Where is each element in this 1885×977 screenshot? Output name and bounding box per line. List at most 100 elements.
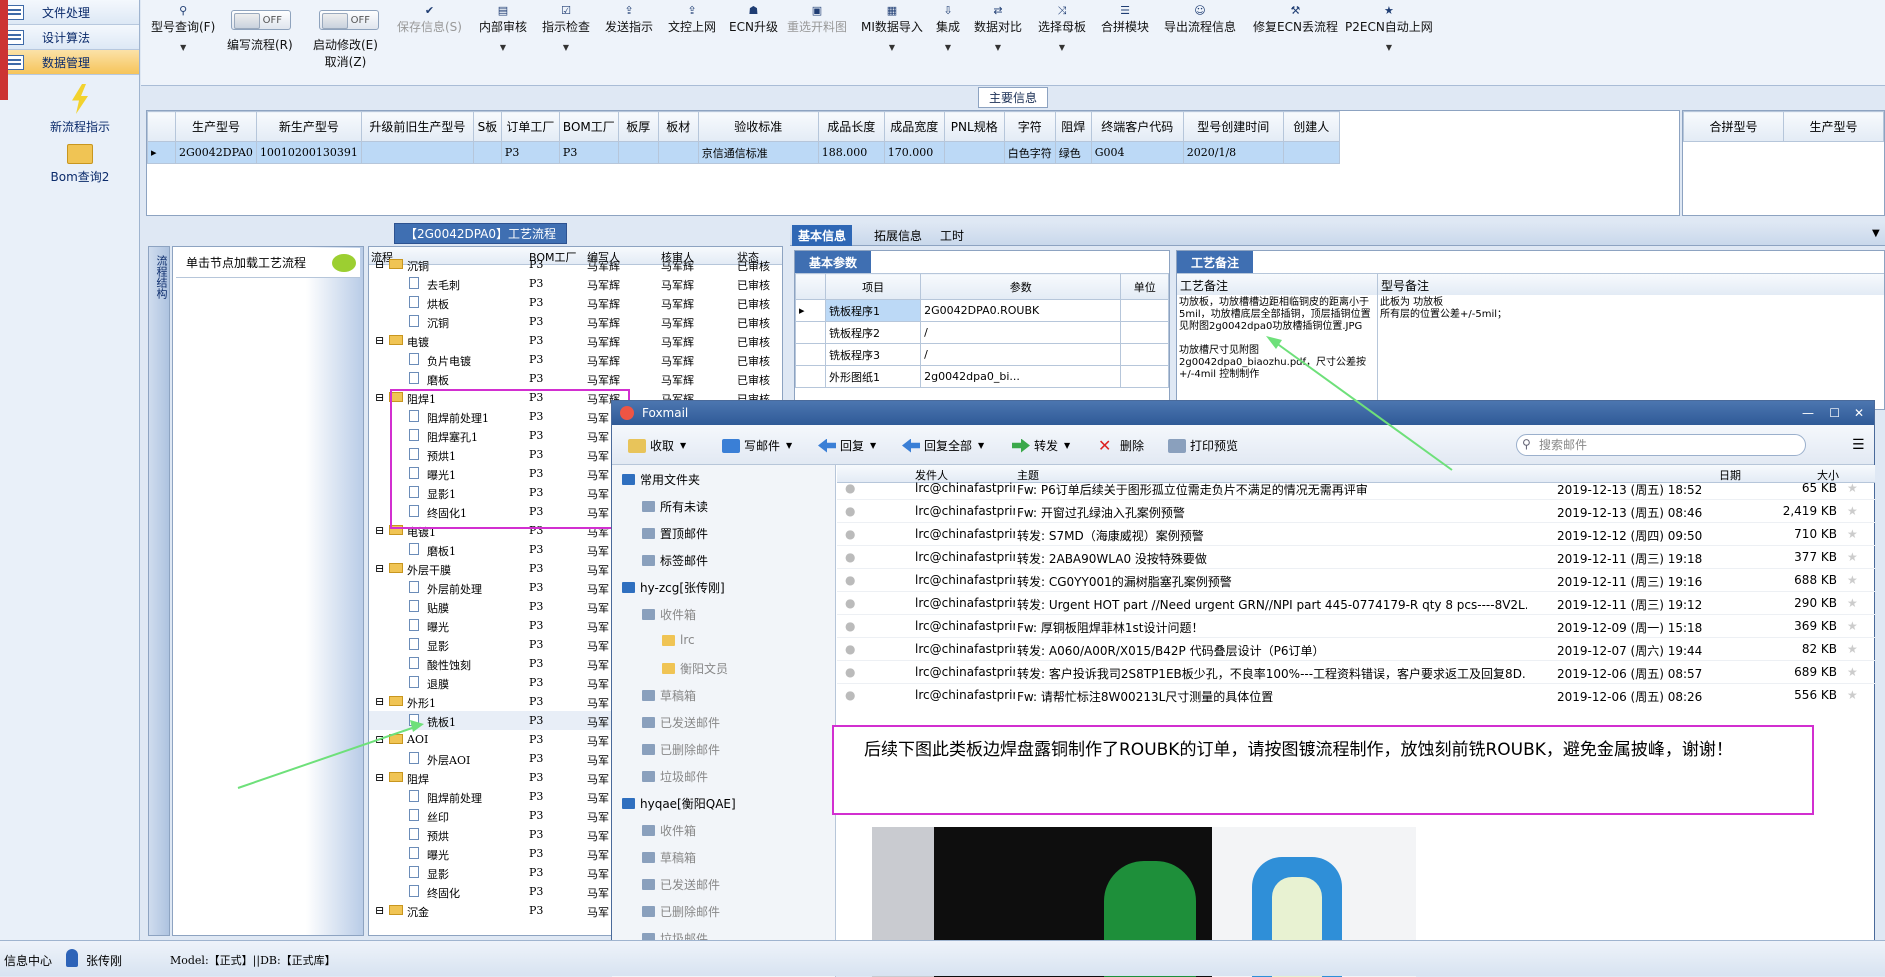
table-cell[interactable]: 10010200130391	[255, 141, 362, 164]
tree-row[interactable]: ⊟ 沉铜 P3 马军辉 马军辉 已审核	[369, 255, 782, 274]
tree-row[interactable]: 沉铜 P3 马军辉 马军辉 已审核	[369, 312, 782, 331]
collapse-icon[interactable]: ⊟	[375, 562, 384, 575]
mail-row[interactable]: ● lrc@chinafastprin...转发: CG0YY001的漏树脂塞孔案…	[837, 569, 1875, 592]
table-cell[interactable]: 白色字符	[1003, 141, 1056, 164]
mail-row[interactable]: ● lrc@chinafastprin...Fw: P6订单后续关于图形孤立位需走…	[837, 477, 1875, 500]
star-icon[interactable]: ★	[1847, 665, 1858, 679]
star-icon[interactable]: ★	[1847, 596, 1858, 610]
minimize-icon[interactable]: —	[1802, 401, 1814, 425]
read-status-icon[interactable]: ●	[845, 688, 855, 702]
print-preview-button[interactable]: 打印预览	[1168, 437, 1238, 454]
table-cell[interactable]: G004	[1090, 141, 1184, 164]
nav-item-file[interactable]: 文件处理	[0, 0, 139, 25]
integrate-button[interactable]: ⇩ 集成 ▼	[936, 4, 960, 52]
merge-col-header[interactable]: 合拼型号	[1683, 111, 1784, 142]
folder-item[interactable]: 收件箱	[642, 606, 696, 623]
chat-bubble-icon[interactable]	[332, 254, 356, 272]
bom-query-button[interactable]: Bom查询2	[20, 144, 140, 185]
craft-note-text[interactable]: 功放板，功放槽槽边距相临铜皮的距离小于5mil，功放槽底层全部插铜，顶层插铜位置…	[1177, 295, 1377, 405]
side-tab[interactable]: 流程结构	[148, 246, 170, 936]
column-header[interactable]: 阻焊	[1054, 111, 1092, 142]
start-modify-toggle[interactable]: OFF	[319, 10, 379, 30]
param-cell[interactable]: 外形图纸1	[824, 365, 922, 388]
column-header[interactable]: 成品宽度	[883, 111, 945, 142]
column-header[interactable]: 验收标准	[697, 111, 819, 142]
folder-item[interactable]: 衡阳文员	[662, 660, 728, 677]
doc-upload-button[interactable]: ⇪ 文控上网	[668, 4, 716, 35]
save-info-button[interactable]: ✔ 保存信息(S)	[397, 4, 462, 35]
table-row[interactable]: ▸ 2G0042DPA0 10010200130391 P3 P3 京信通信标准 188.0…	[147, 141, 1340, 164]
collapse-icon[interactable]: ⊟	[375, 391, 384, 404]
read-status-icon[interactable]: ●	[845, 550, 855, 564]
mail-row[interactable]: ● lrc@chinafastprin...Fw: 请帮忙标注8W00213L尺寸…	[837, 684, 1875, 705]
collapse-icon[interactable]: ⊟	[375, 258, 384, 271]
param-col-header[interactable]: 参数	[920, 273, 1122, 300]
folder-item[interactable]: 标签邮件	[642, 552, 708, 569]
param-cell[interactable]: /	[920, 343, 1122, 366]
read-status-icon[interactable]: ●	[845, 527, 855, 541]
folder-item[interactable]: 草稿箱	[642, 849, 696, 866]
panel-dropdown-icon[interactable]: ▼	[1872, 228, 1880, 239]
param-cell[interactable]: 2g0042dpa0_bi...	[920, 365, 1122, 388]
table-cell[interactable]: P3	[558, 141, 619, 164]
table-cell[interactable]: 188.000	[817, 141, 885, 164]
param-cell[interactable]: 2G0042DPA0.ROUBK	[920, 299, 1122, 322]
column-header[interactable]: 字符	[1003, 111, 1056, 142]
mail-row[interactable]: ● lrc@chinafastprin...转发: A060/A00R/X015/…	[837, 638, 1875, 661]
star-icon[interactable]: ★	[1847, 550, 1858, 564]
table-cell[interactable]	[943, 141, 1005, 164]
collapse-icon[interactable]: ⊟	[375, 334, 384, 347]
tree-row[interactable]: ⊟ 电镀 P3 马军辉 马军辉 已审核	[369, 331, 782, 350]
tree-row[interactable]: 磨板 P3 马军辉 马军辉 已审核	[369, 369, 782, 388]
tree-row[interactable]: 负片电镀 P3 马军辉 马军辉 已审核	[369, 350, 782, 369]
param-cell[interactable]: 铣板程序1	[824, 299, 922, 322]
folder-item[interactable]: 已删除邮件	[642, 903, 720, 920]
folder-item[interactable]: 已删除邮件	[642, 741, 720, 758]
folder-item[interactable]: 草稿箱	[642, 687, 696, 704]
cancel-button[interactable]: 取消(Z)	[313, 53, 378, 70]
menu-icon[interactable]: ☰	[1852, 437, 1865, 453]
search-input[interactable]: 搜索邮件	[1516, 434, 1806, 456]
maximize-icon[interactable]: ☐	[1829, 401, 1840, 425]
collapse-icon[interactable]: ⊟	[375, 524, 384, 537]
column-header[interactable]: 成品长度	[817, 111, 885, 142]
param-cell[interactable]: 铣板程序3	[824, 343, 922, 366]
p2ecn-button[interactable]: ★ P2ECN自动上网 ▼	[1345, 4, 1433, 52]
reply-all-button[interactable]: 回复全部 ▼	[902, 437, 984, 454]
read-status-icon[interactable]: ●	[845, 642, 855, 656]
internal-review-button[interactable]: ▤ 内部审核 ▼	[479, 4, 527, 52]
delete-button[interactable]: ✕ 删除	[1098, 437, 1144, 454]
column-header[interactable]: 订单工厂	[500, 111, 560, 142]
tree-row[interactable]: 烘板 P3 马军辉 马军辉 已审核	[369, 293, 782, 312]
folder-item[interactable]: 收件箱	[642, 822, 696, 839]
star-icon[interactable]: ★	[1847, 573, 1858, 587]
star-icon[interactable]: ★	[1847, 504, 1858, 518]
collapse-icon[interactable]: ⊟	[375, 733, 384, 746]
folder-item[interactable]: 垃圾邮件	[642, 768, 708, 785]
collapse-icon[interactable]: ⊟	[375, 904, 384, 917]
mail-row[interactable]: ● lrc@chinafastprin...转发: Urgent HOT part…	[837, 592, 1875, 615]
column-header[interactable]: PNL规格	[943, 111, 1005, 142]
param-col-header[interactable]: 单位	[1120, 273, 1169, 300]
param-cell[interactable]: 铣板程序2	[824, 321, 922, 344]
folder-item[interactable]: 置顶邮件	[642, 525, 708, 542]
compose-button[interactable]: 写邮件 ▼	[722, 437, 792, 454]
merge-module-button[interactable]: ☰ 合拼模块	[1101, 4, 1149, 35]
column-header[interactable]: 创建人	[1282, 111, 1340, 142]
nav-item-data[interactable]: 数据管理	[0, 50, 139, 75]
param-row[interactable]: 铣板程序2/	[795, 321, 1169, 344]
star-icon[interactable]: ★	[1847, 527, 1858, 541]
info-center-link[interactable]: 信息中心	[4, 952, 52, 969]
table-cell[interactable]: 170.000	[883, 141, 945, 164]
read-status-icon[interactable]: ●	[845, 481, 855, 495]
table-cell[interactable]: P3	[500, 141, 560, 164]
folder-item[interactable]: 已发送邮件	[642, 876, 720, 893]
param-row[interactable]: 铣板程序3/	[795, 343, 1169, 366]
folder-item[interactable]: 常用文件夹	[622, 471, 700, 488]
table-cell[interactable]	[657, 141, 699, 164]
param-cell[interactable]	[1120, 343, 1169, 366]
fix-ecn-button[interactable]: ⚒ 修复ECN丢流程	[1253, 4, 1338, 35]
mail-row[interactable]: ● lrc@chinafastprin...转发: 客户投诉我司2S8TP1EB板…	[837, 661, 1875, 684]
star-icon[interactable]: ★	[1847, 619, 1858, 633]
table-cell[interactable]: 京信通信标准	[697, 141, 819, 164]
